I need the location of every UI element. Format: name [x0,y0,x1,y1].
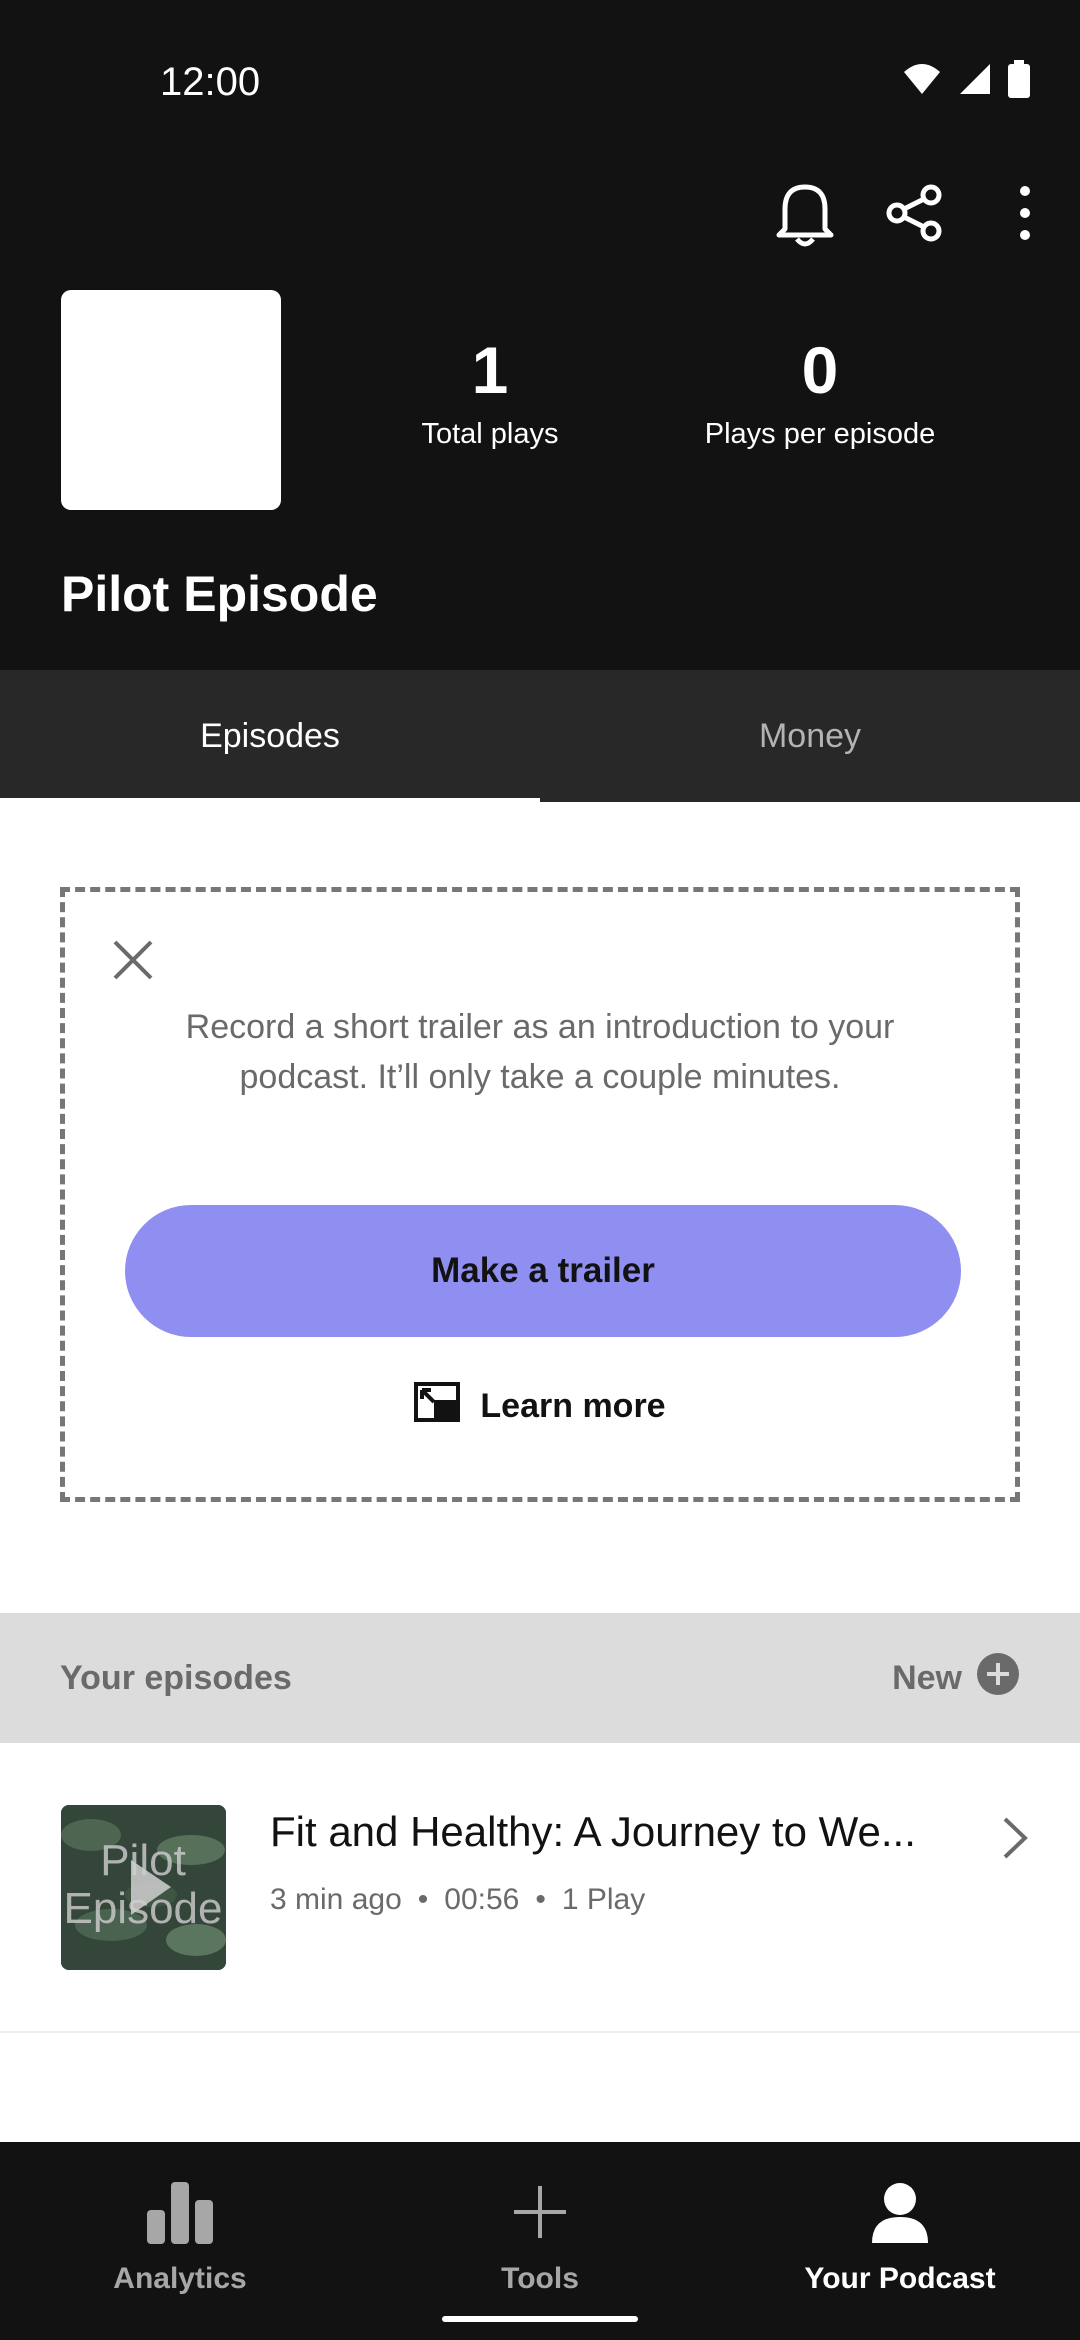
person-icon [870,2172,930,2252]
external-link-icon [414,1382,461,1431]
make-trailer-button[interactable]: Make a trailer [125,1205,961,1337]
episode-time-ago: 3 min ago [270,1883,402,1916]
status-icons [902,60,1030,103]
status-time: 12:00 [160,60,261,104]
learn-more-label: Learn more [480,1387,666,1425]
new-label: New [892,1658,962,1697]
close-icon[interactable] [103,930,163,990]
podcast-cover-image[interactable] [61,290,281,510]
learn-more-link[interactable]: Learn more [65,1382,1015,1431]
tab-bar: Episodes Money [0,670,1080,806]
episode-meta: 3 min ago • 00:56 • 1 Play [270,1883,645,1917]
episode-duration: 00:56 [444,1883,520,1916]
analytics-icon [145,2172,215,2252]
trailer-description: Record a short trailer as an introductio… [185,1008,895,1096]
episode-plays: 1 Play [561,1883,646,1916]
plus-icon [512,2172,568,2252]
bell-icon[interactable] [750,163,860,263]
nav-label: Analytics [113,2262,247,2295]
episode-thumbnail: Pilot Episode [61,1805,226,1970]
trailer-prompt-card: Record a short trailer as an introductio… [60,887,1020,1502]
meta-separator: • [535,1883,546,1916]
header-actions [750,180,1080,247]
nav-your-podcast[interactable]: Your Podcast [720,2142,1080,2340]
chevron-right-icon [990,1808,1040,1868]
nav-label: Your Podcast [804,2262,996,2295]
stat-value: 1 [471,333,509,407]
share-icon[interactable] [860,163,970,263]
episode-title: Fit and Healthy: A Journey to We... [270,1808,916,1855]
nav-analytics[interactable]: Analytics [0,2142,360,2340]
bottom-navigation: Analytics Tools Your Podcast [0,2142,1080,2340]
episodes-section-title: Your episodes [60,1658,292,1697]
tab-money[interactable]: Money [540,670,1080,802]
stat-label: Plays per episode [704,418,936,450]
stat-label: Total plays [421,418,559,450]
plus-circle-icon [976,1652,1020,1705]
nav-tools[interactable]: Tools [360,2142,720,2340]
home-indicator[interactable] [442,2316,638,2322]
stat-total-plays: 1 Total plays [380,330,600,451]
signal-icon [958,62,992,101]
wifi-icon [902,62,942,101]
podcast-header: 12:00 1 Total plays 0 Plays per episode … [0,0,1080,670]
thumb-text-line-1: Pilot [100,1836,186,1885]
podcast-title: Pilot Episode [61,566,378,622]
nav-label: Tools [501,2262,579,2295]
stat-value: 0 [801,333,839,407]
episode-list-item[interactable]: Pilot Episode Fit and Healthy: A Journey… [0,1743,1080,2033]
battery-icon [1008,60,1030,103]
episodes-section-header: Your episodes New [0,1613,1080,1743]
new-episode-button[interactable]: New [892,1652,1020,1705]
meta-separator: • [417,1883,429,1916]
tab-episodes[interactable]: Episodes [0,670,540,806]
thumb-text-line-2: Episode [63,1884,222,1933]
more-vertical-icon[interactable] [970,163,1080,263]
stat-plays-per-episode: 0 Plays per episode [680,330,960,451]
